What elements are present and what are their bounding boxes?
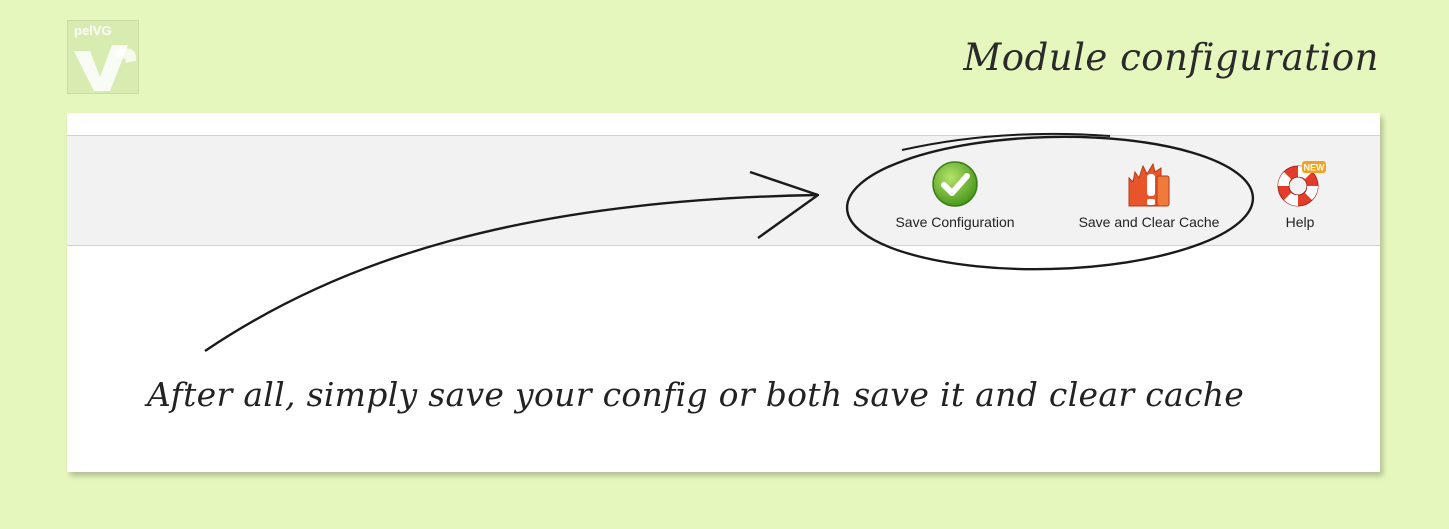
save-configuration-label: Save Configuration: [895, 214, 1015, 230]
new-badge-label: NEW: [1304, 163, 1326, 173]
logo: pelVG: [67, 20, 139, 94]
save-and-clear-cache-label: Save and Clear Cache: [1078, 214, 1220, 230]
help-label: Help: [1285, 214, 1315, 230]
logo-text: pelVG: [74, 23, 112, 38]
lifebuoy-icon: NEW: [1277, 161, 1326, 207]
annotation-text: After all, simply save your config or bo…: [147, 375, 1245, 414]
save-and-clear-cache-button[interactable]: Save and Clear Cache: [1055, 160, 1243, 232]
save-configuration-button[interactable]: Save Configuration: [879, 160, 1031, 232]
burst-clear-cache-icon: [1128, 162, 1170, 207]
toolbar: Save Configuration Save and Clear Cache …: [67, 135, 1380, 246]
page-title: Module configuration: [963, 36, 1379, 79]
check-circle-icon: [932, 161, 978, 207]
help-button[interactable]: NEW Help: [1270, 160, 1330, 232]
config-panel: Save Configuration Save and Clear Cache …: [67, 113, 1380, 472]
logo-mark: pelVG: [74, 23, 137, 91]
